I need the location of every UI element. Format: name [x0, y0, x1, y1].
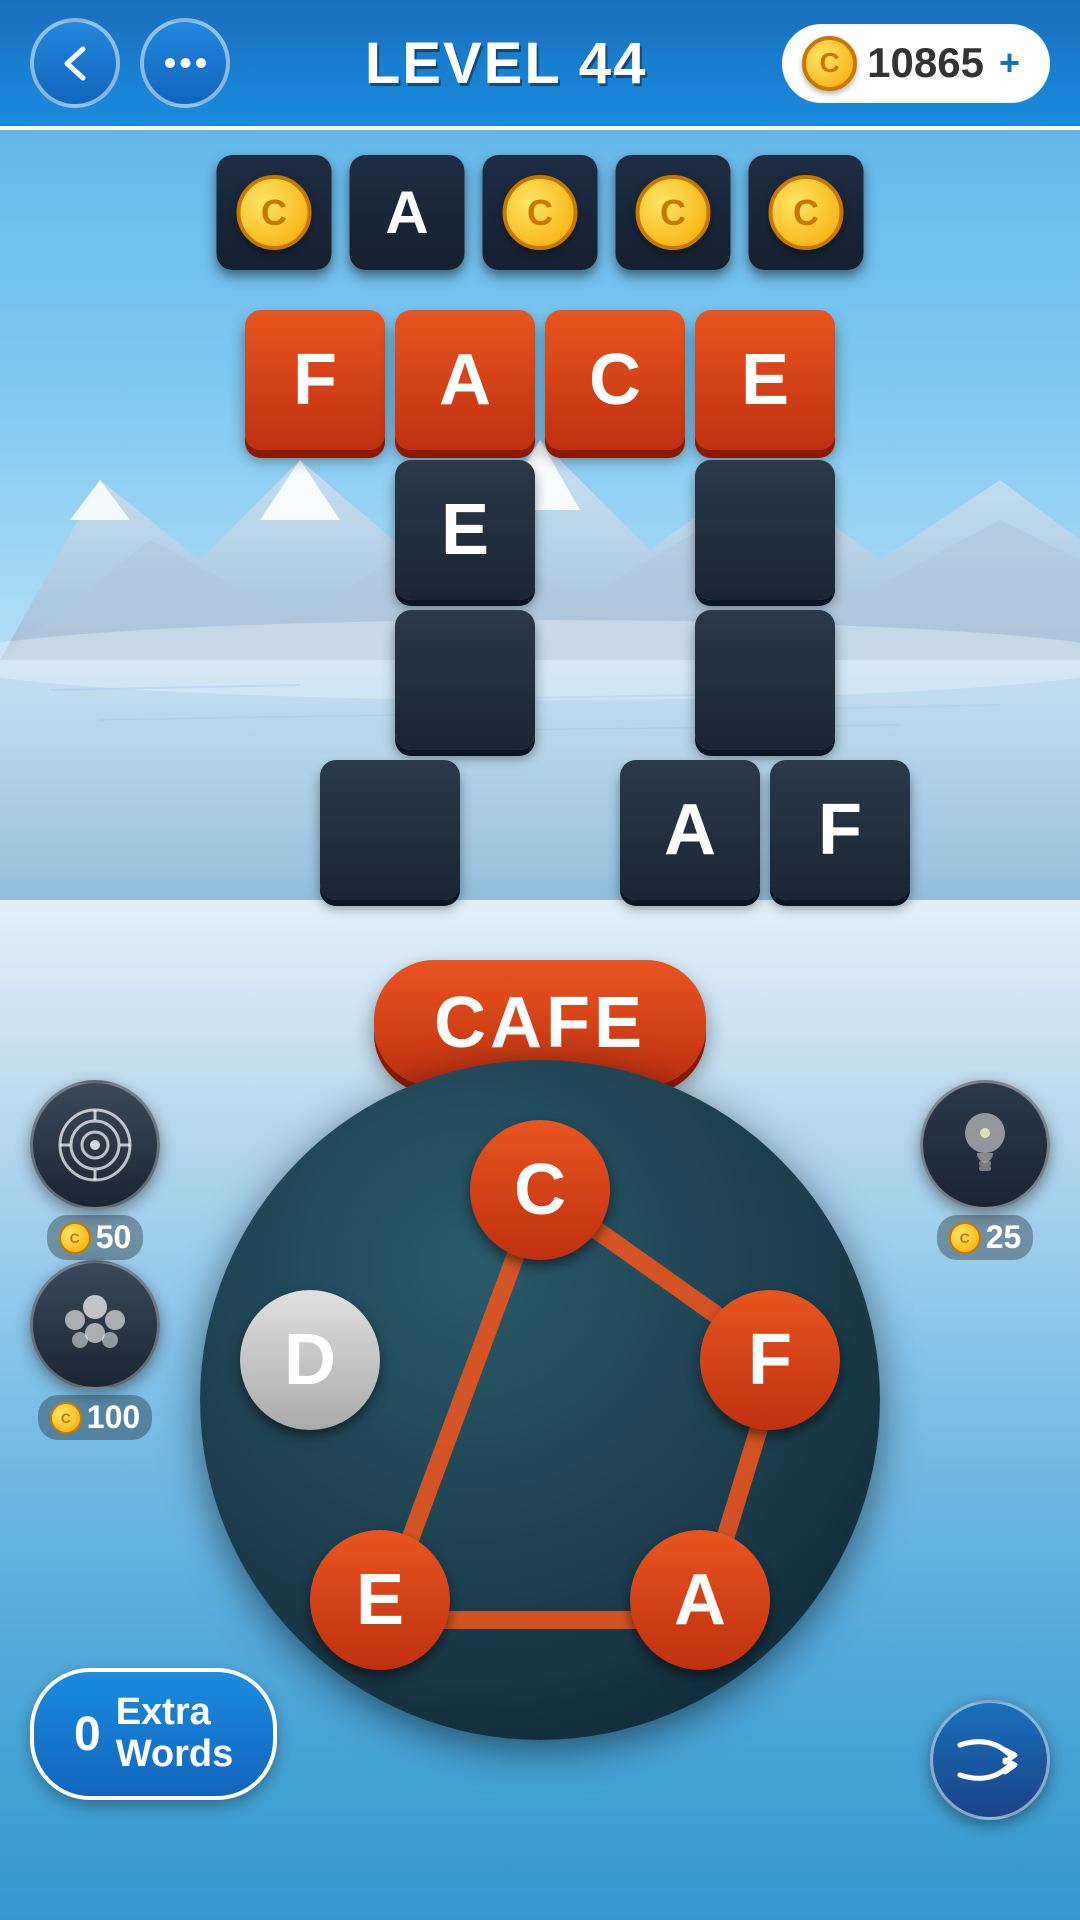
team-cost-coin: C — [50, 1402, 82, 1434]
grid-cell-a: A — [395, 310, 535, 450]
reward-tile-3: C — [483, 155, 598, 270]
reward-row: C A C C C — [217, 155, 864, 270]
wheel-letter-e[interactable]: E — [310, 1530, 450, 1670]
team-powerup-container: C 100 — [30, 1260, 160, 1440]
hint-cost-text: 25 — [986, 1219, 1022, 1256]
team-cost-text: 100 — [87, 1399, 140, 1436]
shuffle-button[interactable] — [930, 1700, 1050, 1820]
level-title: LEVEL 44 — [365, 30, 648, 97]
cafe-text: CAFE — [434, 983, 646, 1063]
hint-powerup-cost: C 25 — [937, 1215, 1034, 1260]
extra-words-count: 0 — [74, 1707, 101, 1762]
wheel-letter-d[interactable]: D — [240, 1290, 380, 1430]
wheel-letter-f[interactable]: F — [700, 1290, 840, 1430]
grid-cell-a2: A — [620, 760, 760, 900]
reward-tile-5: C — [749, 155, 864, 270]
reward-tile-2: A — [350, 155, 465, 270]
grid-row-1: F A C E — [170, 310, 910, 450]
word-grid: F A C E E A F — [170, 310, 910, 910]
target-powerup-cost: C 50 — [47, 1215, 144, 1260]
team-powerup-button[interactable] — [30, 1260, 160, 1390]
target-powerup-button[interactable] — [30, 1080, 160, 1210]
menu-button[interactable] — [140, 18, 230, 108]
grid-row-3 — [170, 610, 910, 750]
grid-row-4: A F — [170, 760, 910, 900]
grid-cell-e2: E — [395, 460, 535, 600]
wheel-letter-c[interactable]: C — [470, 1120, 610, 1260]
grid-cell-empty-2 — [395, 610, 535, 750]
coin-count: 10865 — [867, 39, 984, 87]
grid-cell-e: E — [695, 310, 835, 450]
header-left — [30, 18, 230, 108]
grid-cell-empty-3 — [695, 610, 835, 750]
grid-cell-c: C — [545, 310, 685, 450]
target-cost-coin: C — [59, 1222, 91, 1254]
reward-tile-4: C — [616, 155, 731, 270]
grid-cell-empty-1 — [695, 460, 835, 600]
team-powerup-cost: C 100 — [38, 1395, 152, 1440]
hint-powerup-button[interactable] — [920, 1080, 1050, 1210]
coin-icon: C — [802, 36, 857, 91]
coin-plus: + — [999, 42, 1020, 84]
grid-cell-f2: F — [770, 760, 910, 900]
target-cost-text: 50 — [96, 1219, 132, 1256]
grid-row-2: E — [170, 460, 910, 600]
wheel-letter-a[interactable]: A — [630, 1530, 770, 1670]
coin-display: C 10865 + — [782, 24, 1050, 103]
extra-words-button[interactable]: 0 ExtraWords — [30, 1668, 277, 1800]
extra-words-label: ExtraWords — [116, 1692, 234, 1776]
hint-cost-coin: C — [949, 1222, 981, 1254]
hint-powerup-container: C 25 — [920, 1080, 1050, 1260]
target-powerup-container: C 50 — [30, 1080, 160, 1260]
reward-tile-1: C — [217, 155, 332, 270]
grid-cell-empty-4 — [320, 760, 460, 900]
header: LEVEL 44 C 10865 + — [0, 0, 1080, 130]
letter-wheel[interactable]: C F A E D — [200, 1060, 880, 1740]
grid-cell-f: F — [245, 310, 385, 450]
back-button[interactable] — [30, 18, 120, 108]
